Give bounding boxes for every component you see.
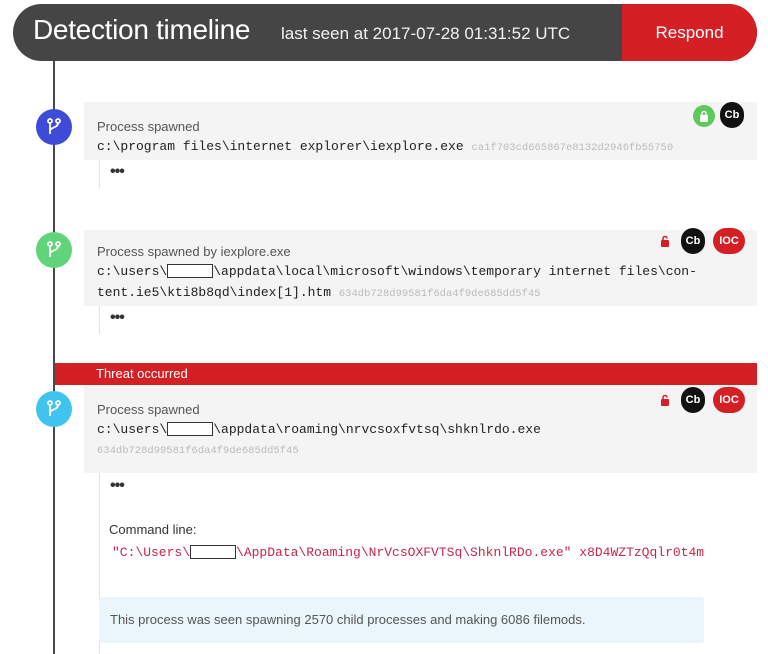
respond-button[interactable]: Respond	[622, 4, 757, 61]
process-path-line2: tent.ie5\kti8b8qd\index[1].htm 634db728d…	[97, 285, 541, 300]
last-seen-text: last seen at 2017-07-28 01:31:52 UTC	[281, 24, 571, 43]
ioc-badge[interactable]: IOC	[713, 387, 745, 413]
info-box: This process was seen spawning 2570 chil…	[99, 597, 704, 643]
branch-icon	[47, 118, 61, 134]
process-node-icon	[36, 391, 72, 427]
event-label: Process spawned	[97, 402, 200, 417]
command-text: "C:\Users\	[112, 545, 191, 560]
lock-open-icon	[654, 389, 676, 411]
path-text: c:\users\	[97, 264, 168, 279]
more-dots[interactable]: •••	[110, 163, 125, 181]
cb-badge[interactable]: Cb	[681, 387, 705, 413]
path-text: c:\program files\internet explorer\iexpl…	[97, 139, 464, 154]
process-node-icon	[36, 232, 72, 268]
process-path-line1: c:\users\ \appdata\local\microsoft\window…	[97, 264, 697, 279]
command-line-label: Command line:	[109, 522, 197, 537]
lock-open-icon	[654, 230, 676, 252]
path-text: \appdata\local\microsoft\windows\tempora…	[213, 264, 697, 279]
process-path: c:\users\ \appdata\roaming\nrvcsoxfvtsq\s…	[97, 422, 541, 437]
cb-badge[interactable]: Cb	[681, 228, 705, 254]
event-label: Process spawned by iexplore.exe	[97, 244, 291, 259]
event-label: Process spawned	[97, 119, 200, 134]
command-text: \AppData\Roaming\NrVcsOXFVTSq\ShknlRDo.e…	[236, 545, 705, 560]
threat-label: Threat occurred	[96, 366, 188, 381]
path-text: \appdata\roaming\nrvcsoxfvtsq\shknlrdo.e…	[213, 422, 541, 437]
process-path: c:\program files\internet explorer\iexpl…	[97, 139, 673, 154]
ioc-badge[interactable]: IOC	[713, 228, 745, 254]
redacted-box	[167, 422, 214, 436]
branch-icon	[47, 241, 61, 257]
process-hash[interactable]: 634db728d99581f6da4f9de685dd5f45	[97, 445, 299, 457]
expand-more[interactable]: •••	[99, 160, 759, 188]
path-text: tent.ie5\kti8b8qd\index[1].htm	[97, 285, 332, 300]
lock-closed-icon	[693, 105, 715, 127]
branch-icon	[47, 400, 61, 416]
more-dots[interactable]: •••	[110, 309, 125, 327]
page-title: Detection timeline	[33, 14, 251, 45]
info-text: This process was seen spawning 2570 chil…	[110, 612, 586, 627]
command-line-value: "C:\Users\ \AppData\Roaming\NrVcsOXFVTSq\…	[112, 545, 704, 560]
process-hash[interactable]: 634db728d99581f6da4f9de685dd5f45	[339, 288, 541, 300]
threat-banner: Threat occurred	[55, 363, 757, 385]
redacted-box	[190, 545, 237, 559]
more-dots[interactable]: •••	[110, 477, 125, 495]
path-text: c:\users\	[97, 422, 168, 437]
redacted-box	[167, 264, 214, 278]
timeline-line	[53, 61, 55, 654]
event-card[interactable]: Process spawned c:\program files\interne…	[84, 102, 757, 160]
header-bar: Detection timeline last seen at 2017-07-…	[13, 4, 757, 61]
process-node-icon	[36, 109, 72, 145]
process-hash[interactable]: ca1f703cd665867e8132d2946fb55750	[471, 142, 673, 154]
cb-badge[interactable]: Cb	[720, 102, 744, 128]
expand-more[interactable]: •••	[99, 306, 759, 334]
